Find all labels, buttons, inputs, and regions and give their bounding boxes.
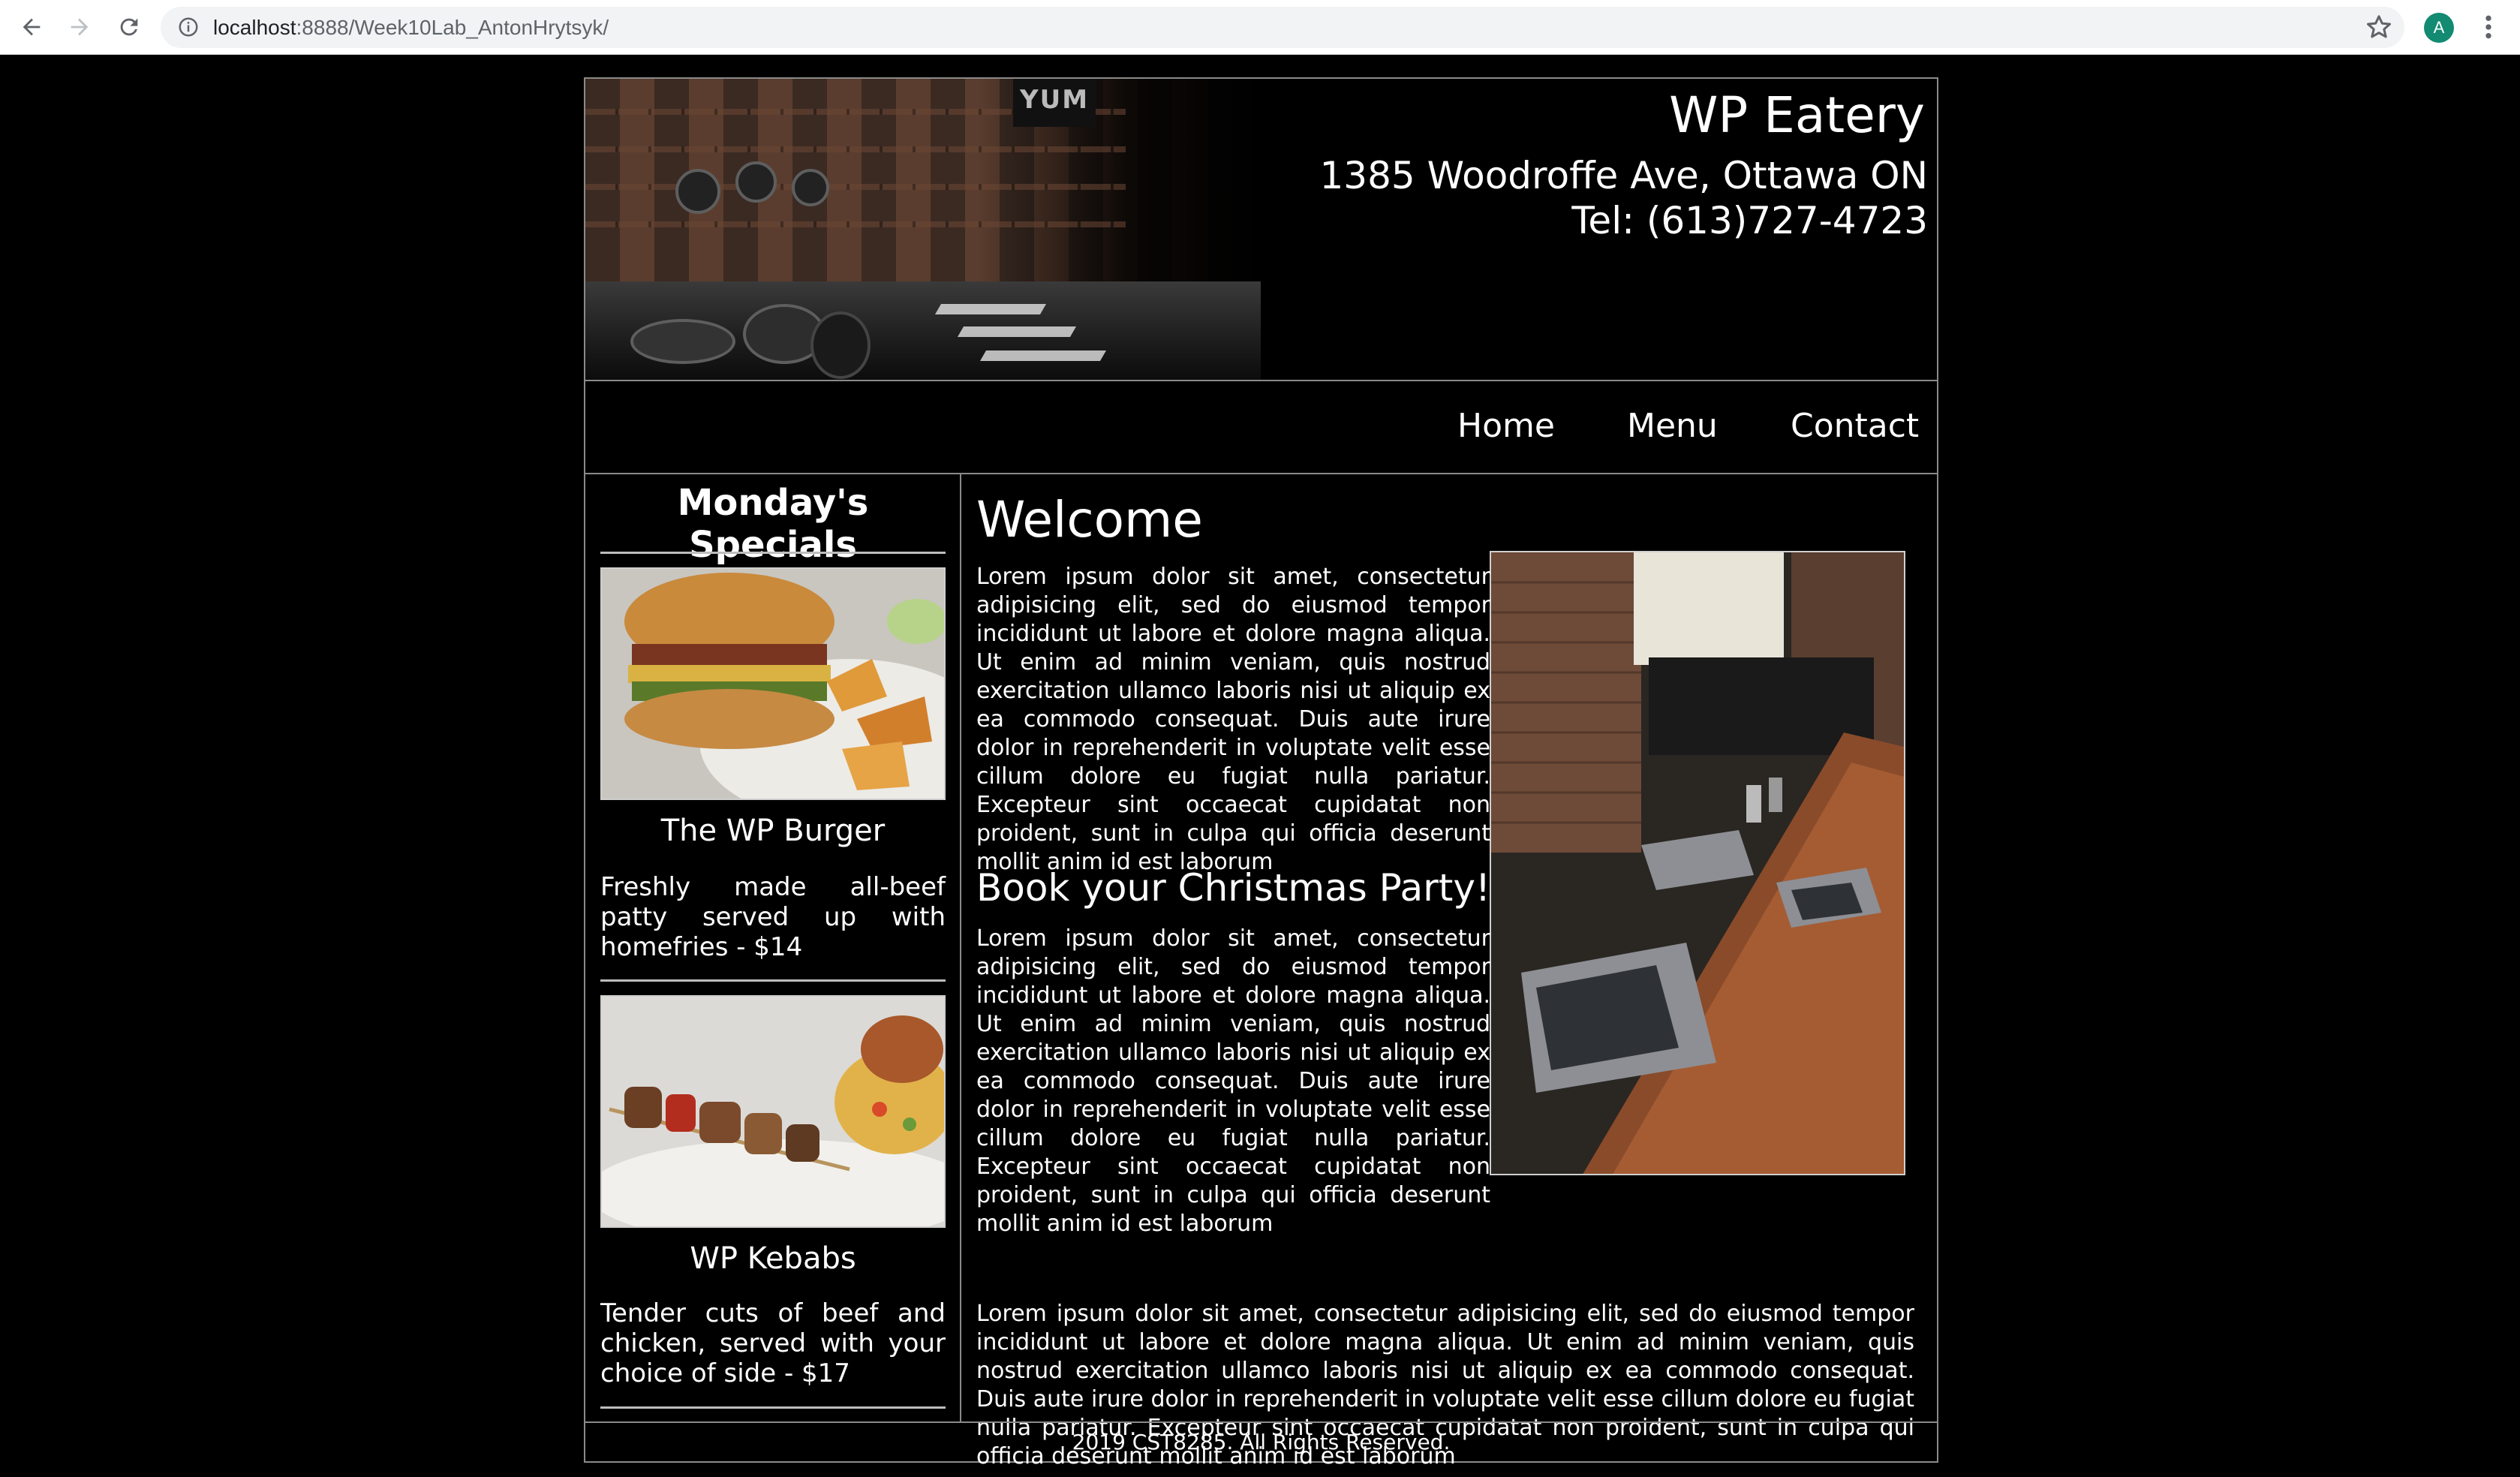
- site-container: YUM WP Eatery 1385 Woodroffe Ave, Ottawa…: [584, 77, 1938, 1469]
- site-header: YUM WP Eatery 1385 Woodroffe Ave, Ottawa…: [585, 79, 1937, 381]
- profile-avatar[interactable]: A: [2424, 13, 2454, 43]
- header-kitchen-photo: YUM: [585, 79, 1261, 380]
- address-bar[interactable]: localhost:8888/Week10Lab_AntonHrytsyk/: [161, 7, 2404, 48]
- back-arrow-icon: [23, 18, 41, 36]
- site-title: WP Eatery: [1669, 86, 1925, 144]
- christmas-heading: Book your Christmas Party!: [976, 866, 1490, 910]
- reload-button[interactable]: [113, 11, 146, 44]
- kebab-menu-icon[interactable]: [2478, 12, 2499, 42]
- burger-image: [600, 567, 946, 800]
- dining-room-image: [1490, 551, 1905, 1175]
- nav-contact-link[interactable]: Contact: [1791, 381, 1919, 473]
- kebab-image: [600, 995, 946, 1228]
- welcome-paragraph: Lorem ipsum dolor sit amet, consectetur …: [976, 564, 1490, 875]
- reload-icon: [120, 18, 138, 36]
- forward-button[interactable]: [63, 11, 96, 44]
- main-nav: Home Menu Contact: [585, 381, 1937, 474]
- special-name: The WP Burger: [660, 814, 886, 848]
- divider: [600, 979, 946, 982]
- url-host: localhost: [213, 16, 296, 39]
- browser-toolbar: localhost:8888/Week10Lab_AntonHrytsyk/ A: [0, 0, 2520, 55]
- site-phone: Tel: (613)727-4723: [1571, 199, 1928, 242]
- site-address: 1385 Woodroffe Ave, Ottawa ON: [1319, 154, 1928, 197]
- divider: [600, 552, 946, 554]
- welcome-heading: Welcome: [976, 491, 1203, 549]
- url-text[interactable]: localhost:8888/Week10Lab_AntonHrytsyk/: [213, 7, 609, 48]
- info-icon[interactable]: [177, 16, 200, 38]
- special-description: Tender cuts of beef and chicken, served …: [600, 1298, 946, 1388]
- divider: [600, 1406, 946, 1409]
- special-name: WP Kebabs: [690, 1241, 856, 1276]
- nav-home-link[interactable]: Home: [1457, 381, 1555, 473]
- main-content: Welcome Lorem ipsum dolor sit amet, cons…: [961, 474, 1937, 1469]
- christmas-paragraph: Lorem ipsum dolor sit amet, consectetur …: [976, 925, 1490, 1237]
- yum-sign: YUM: [1013, 79, 1096, 127]
- url-path: :8888/Week10Lab_AntonHrytsyk/: [296, 16, 609, 39]
- forward-arrow-icon: [71, 18, 89, 36]
- back-button[interactable]: [15, 11, 48, 44]
- specials-sidebar: Monday's Specials The WP Burger Freshly …: [585, 474, 961, 1421]
- special-description: Freshly made all-beef patty served up wi…: [600, 872, 946, 962]
- star-icon[interactable]: [2364, 12, 2394, 42]
- site-footer: 2019 CST8285. All Rights Reserved.: [585, 1421, 1937, 1461]
- nav-menu-link[interactable]: Menu: [1627, 381, 1718, 473]
